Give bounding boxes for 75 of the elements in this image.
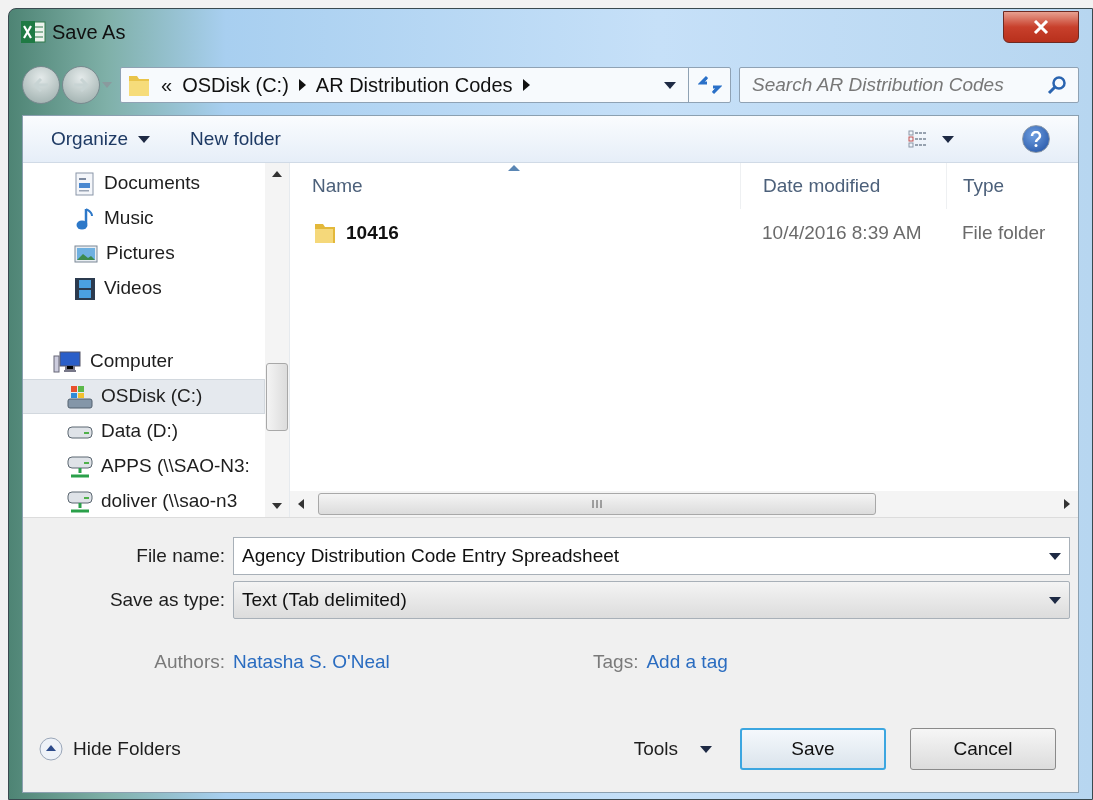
refresh-arrows-icon — [697, 75, 722, 95]
overflow-chevron[interactable]: « — [161, 70, 173, 100]
close-icon — [1033, 20, 1049, 34]
scroll-right-icon[interactable] — [1064, 499, 1070, 509]
scroll-up-icon[interactable] — [272, 171, 282, 177]
caret-icon — [138, 135, 151, 143]
sidebar-item[interactable]: Videos — [23, 271, 265, 306]
sort-arrow-icon — [508, 165, 520, 171]
grip-icon — [592, 500, 602, 508]
file-name: 10416 — [346, 220, 399, 245]
column-header[interactable]: Name — [290, 163, 740, 209]
window-title: Save As — [52, 20, 126, 45]
film-icon — [74, 276, 96, 301]
drive-icon — [67, 423, 93, 440]
sidebar-item[interactable]: OSDisk (C:) — [23, 379, 265, 414]
horizontal-scrollbar[interactable] — [290, 491, 1078, 517]
field-label: File name: — [135, 543, 226, 568]
address-bar[interactable]: « OSDisk (C:) AR Distribution Codes — [120, 67, 731, 103]
type-cell-text: File folder — [961, 220, 1046, 245]
field-label: Save as type: — [108, 587, 226, 612]
search-field[interactable]: Search AR Distribution Codes — [739, 67, 1079, 103]
breadcrumb-segment[interactable]: OSDisk (C:) — [182, 70, 289, 100]
file-type-dropdown[interactable]: Text (Tab delimited) — [233, 581, 1070, 619]
cancel-button[interactable]: Cancel — [910, 728, 1056, 770]
sidebar-item[interactable]: Documents — [23, 166, 265, 201]
tools-button[interactable]: Tools — [633, 734, 712, 764]
caret-icon — [942, 135, 954, 143]
caret-icon — [664, 81, 676, 89]
help-button[interactable] — [1022, 125, 1050, 153]
breadcrumb-segment[interactable]: AR Distribution Codes — [315, 70, 513, 100]
sidebar-item[interactable]: Data (D:) — [23, 414, 265, 449]
back-button[interactable] — [22, 66, 60, 104]
network-drive-icon — [67, 454, 93, 479]
document-icon — [74, 171, 96, 196]
music-note-icon — [74, 206, 96, 231]
date-modified-cell-text: 10/4/2016 8:39 AM — [761, 220, 923, 245]
search-icon — [1047, 75, 1067, 95]
sidebar-item[interactable]: Computer — [23, 344, 265, 379]
sidebar-item[interactable]: Pictures — [23, 236, 265, 271]
authors-label: Authors: — [153, 649, 226, 674]
spreadsheet-app-icon — [20, 20, 46, 44]
authors-link[interactable]: Natasha S. O'Neal — [233, 647, 593, 677]
sidebar-item[interactable]: Music — [23, 201, 265, 236]
picture-icon — [74, 243, 98, 264]
toolbar-button[interactable]: New folder — [190, 124, 281, 154]
sidebar-item[interactable]: doliver (\\sao-n3 — [23, 484, 265, 517]
scrollbar-thumb[interactable] — [318, 493, 876, 515]
windows-drive-icon — [67, 384, 93, 409]
sidebar-item[interactable]: APPS (\\SAO-N3: — [23, 449, 265, 484]
breadcrumb-arrow-icon[interactable] — [298, 79, 306, 91]
caret-icon — [1049, 552, 1061, 560]
forward-button[interactable] — [62, 66, 100, 104]
folder-icon — [312, 221, 338, 245]
computer-icon — [52, 349, 82, 374]
column-header[interactable]: Type — [946, 163, 1078, 209]
network-drive-icon — [67, 489, 93, 514]
breadcrumb-arrow-icon[interactable] — [522, 79, 530, 91]
toolbar-button[interactable]: Organize — [51, 124, 151, 154]
scrollbar-thumb[interactable] — [266, 363, 288, 431]
vertical-scrollbar[interactable] — [265, 163, 289, 517]
column-header[interactable]: Date modified — [740, 163, 946, 209]
scroll-left-icon[interactable] — [298, 499, 304, 509]
tags-link[interactable]: Add a tag — [646, 647, 728, 677]
save-button[interactable]: Save — [740, 728, 886, 770]
hide-folders-button[interactable]: Hide Folders — [39, 734, 181, 764]
file-name-field[interactable]: Agency Distribution Code Entry Spreadsheet — [233, 537, 1070, 575]
file-row[interactable]: 10416 10/4/2016 8:39 AM File folder — [290, 209, 1078, 257]
close-button[interactable] — [1003, 11, 1079, 43]
caret-icon — [700, 745, 712, 753]
details-view-icon — [908, 130, 928, 148]
help-icon — [1030, 131, 1042, 147]
scroll-down-icon[interactable] — [272, 503, 282, 509]
tags-label: Tags: — [593, 649, 640, 674]
caret-icon — [1049, 596, 1061, 604]
view-options-button[interactable] — [908, 130, 954, 148]
